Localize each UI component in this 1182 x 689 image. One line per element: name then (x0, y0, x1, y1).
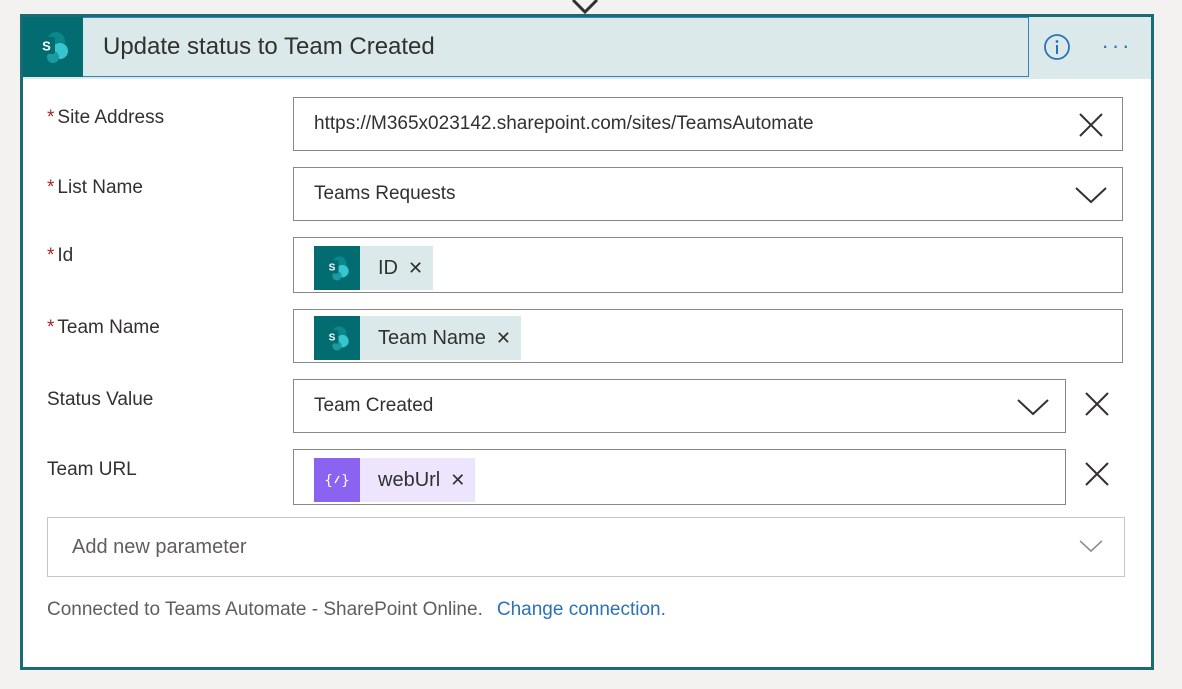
list-name-value: Teams Requests (314, 183, 456, 204)
team-url-label-text: Team URL (47, 459, 137, 480)
remove-token-icon[interactable]: ✕ (496, 328, 511, 349)
site-address-label-text: Site Address (57, 107, 165, 128)
id-label: * Id (47, 245, 73, 267)
team-name-label: * Team Name (47, 317, 160, 339)
required-marker: * (47, 245, 55, 266)
sharepoint-icon: S (23, 17, 83, 77)
add-new-parameter-placeholder: Add new parameter (72, 536, 247, 558)
remove-token-icon[interactable]: ✕ (408, 258, 423, 279)
id-field[interactable]: S ID ✕ (293, 237, 1123, 293)
webUrl-token-label: webUrl (378, 468, 441, 491)
site-address-field[interactable]: https://M365x023142.sharepoint.com/sites… (293, 97, 1123, 151)
webUrl-token[interactable]: { } webUrl ✕ (314, 458, 476, 502)
list-name-label-text: List Name (57, 177, 143, 198)
team-url-field[interactable]: { } webUrl ✕ (293, 449, 1066, 505)
team-name-field[interactable]: S Team Name ✕ (293, 309, 1123, 363)
svg-text:S: S (329, 263, 336, 274)
remove-parameter-icon[interactable] (1082, 459, 1112, 489)
required-marker: * (47, 177, 55, 198)
action-header[interactable]: S Update status to Team Created ··· (23, 17, 1151, 79)
required-marker: * (47, 107, 55, 128)
change-connection-link[interactable]: Change connection. (497, 599, 666, 620)
id-token-label: ID (378, 256, 398, 279)
status-value-dropdown[interactable]: Team Created (293, 379, 1066, 433)
id-label-text: Id (57, 245, 74, 266)
clear-icon[interactable] (1076, 110, 1106, 140)
chevron-down-icon[interactable] (1074, 184, 1108, 206)
chevron-down-icon[interactable] (1016, 396, 1050, 418)
svg-text:S: S (42, 39, 51, 54)
list-name-label: * List Name (47, 177, 143, 199)
status-value-value: Team Created (314, 395, 434, 416)
site-address-label: * Site Address (47, 107, 164, 129)
connection-text: Connected to Teams Automate - SharePoint… (47, 599, 483, 620)
sharepoint-icon: S (314, 246, 360, 290)
sharepoint-icon: S (314, 316, 360, 360)
team-name-token-label: Team Name (378, 326, 486, 349)
action-title[interactable]: Update status to Team Created (103, 17, 435, 77)
remove-token-icon[interactable]: ✕ (450, 470, 465, 491)
status-value-label-text: Status Value (47, 389, 154, 410)
list-name-dropdown[interactable]: Teams Requests (293, 167, 1123, 221)
svg-text:S: S (329, 333, 336, 344)
id-token[interactable]: S ID ✕ (314, 246, 434, 290)
action-card: S Update status to Team Created ··· * Sit… (20, 14, 1154, 670)
add-new-parameter-dropdown[interactable]: Add new parameter (47, 517, 1125, 577)
info-icon[interactable] (1043, 33, 1071, 61)
status-value-label: Status Value (47, 389, 153, 411)
svg-text:{ }: { } (324, 473, 349, 489)
team-name-label-text: Team Name (57, 317, 160, 338)
expression-icon: { } (314, 458, 360, 502)
required-marker: * (47, 317, 55, 338)
site-address-value[interactable]: https://M365x023142.sharepoint.com/sites… (314, 98, 814, 150)
chevron-down-icon[interactable] (1078, 538, 1104, 554)
team-url-label: Team URL (47, 459, 137, 481)
remove-parameter-icon[interactable] (1082, 389, 1112, 419)
more-options-icon[interactable]: ··· (1095, 31, 1139, 61)
connection-footer: Connected to Teams Automate - SharePoint… (47, 599, 666, 621)
team-name-token[interactable]: S Team Name ✕ (314, 316, 521, 360)
